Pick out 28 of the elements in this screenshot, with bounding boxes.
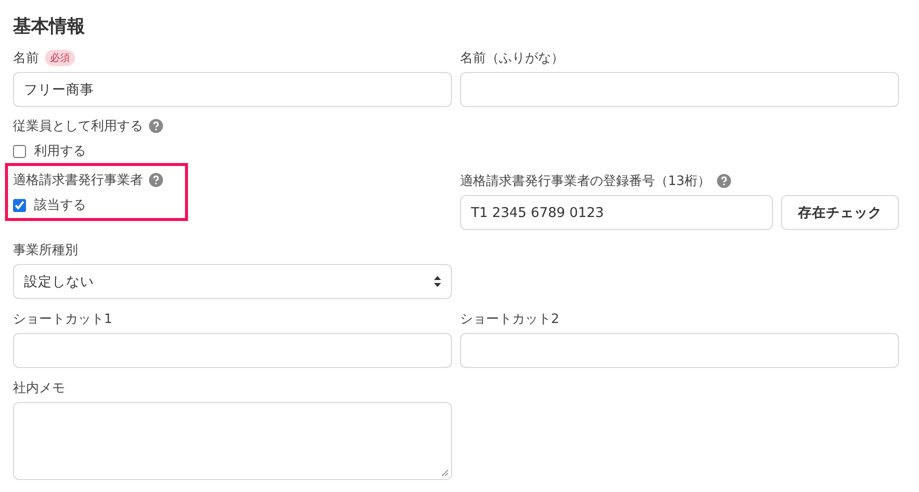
checkbox-label[interactable]: 利用する: [34, 142, 86, 160]
help-icon[interactable]: [149, 173, 163, 187]
field-label: 従業員として利用する: [13, 118, 143, 135]
field-label: 適格請求書発行事業者の登録番号（13桁）: [460, 173, 711, 190]
field-label: ショートカット2: [460, 311, 560, 328]
text-field[interactable]: T1 2345 6789 0123: [460, 195, 773, 230]
text-field[interactable]: [13, 333, 452, 368]
check-button[interactable]: 存在チェック: [781, 195, 899, 230]
text-field[interactable]: フリー商事: [13, 72, 452, 107]
resize-grip-icon[interactable]: [441, 469, 449, 477]
field-label: 名前（ふりがな）: [460, 50, 564, 67]
text-field[interactable]: [460, 72, 899, 107]
field-label: 事業所種別: [13, 242, 78, 259]
field-label: ショートカット1: [13, 311, 112, 328]
section-title: 基本情報: [13, 15, 86, 39]
sort-arrows-icon: [434, 276, 441, 287]
checkbox-label[interactable]: 該当する: [34, 196, 86, 214]
field-label: 社内メモ: [13, 380, 65, 397]
checkbox[interactable]: [13, 144, 26, 158]
required-badge: 必須: [45, 50, 75, 66]
help-icon[interactable]: [149, 119, 163, 133]
text-field[interactable]: [460, 333, 899, 368]
field-label: 名前: [13, 50, 39, 67]
checkbox[interactable]: [13, 198, 26, 212]
field-label: 適格請求書発行事業者: [13, 172, 143, 189]
help-icon[interactable]: [716, 174, 731, 188]
select-field[interactable]: 設定しない: [13, 264, 452, 299]
memo-field[interactable]: [13, 402, 452, 480]
